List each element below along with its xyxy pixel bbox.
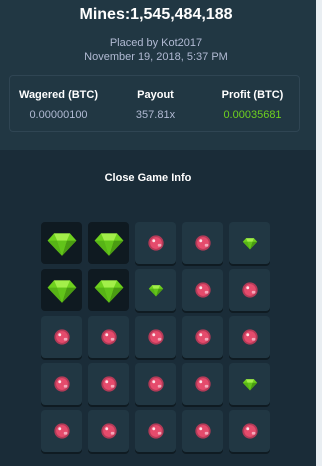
board-tile — [229, 269, 270, 311]
window-edge — [316, 0, 322, 466]
mine-icon — [53, 328, 71, 346]
board-tile — [88, 316, 129, 358]
board-tile — [41, 410, 82, 452]
mine-icon — [100, 328, 118, 346]
gem-icon — [93, 274, 125, 306]
close-game-info-button[interactable]: Close Game Info — [0, 172, 296, 184]
mine-icon — [194, 375, 212, 393]
mine-icon — [194, 422, 212, 440]
board-tile — [88, 222, 129, 264]
mine-icon — [147, 422, 165, 440]
wagered-value: 0.00000100 — [29, 109, 88, 121]
board-tile — [182, 222, 223, 264]
board-tile — [229, 222, 270, 264]
board-tile — [88, 363, 129, 405]
mine-icon — [194, 281, 212, 299]
board-tile — [135, 222, 176, 264]
game-title: Mines:1,545,484,188 — [79, 6, 233, 23]
board-tile — [135, 316, 176, 358]
gem-icon — [148, 282, 164, 298]
board-tile — [229, 363, 270, 405]
profit-label: Profit (BTC) — [221, 89, 284, 101]
mine-icon — [147, 328, 165, 346]
mine-icon — [241, 281, 259, 299]
mine-icon — [147, 375, 165, 393]
mine-icon — [53, 375, 71, 393]
board-tile — [135, 410, 176, 452]
mine-icon — [147, 234, 165, 252]
board-tile — [41, 363, 82, 405]
board-tile — [88, 269, 129, 311]
payout-value: 357.81x — [135, 109, 176, 121]
mine-icon — [194, 328, 212, 346]
placed-by: Placed by Kot2017 — [109, 37, 203, 49]
wagered-label: Wagered (BTC) — [18, 89, 99, 101]
mine-icon — [100, 422, 118, 440]
board-tile — [182, 316, 223, 358]
game-info-header: Mines:1,545,484,188 Placed by Kot2017 No… — [0, 0, 322, 150]
mine-icon — [194, 234, 212, 252]
board-tile — [135, 363, 176, 405]
board-tile — [182, 269, 223, 311]
mine-icon — [100, 375, 118, 393]
payout-label: Payout — [137, 89, 174, 101]
board-tile — [229, 410, 270, 452]
gem-icon — [46, 274, 78, 306]
board-tile — [88, 410, 129, 452]
gem-icon — [93, 227, 125, 259]
board-tile — [41, 222, 82, 264]
mine-icon — [241, 422, 259, 440]
board-tile — [41, 269, 82, 311]
game-date: November 19, 2018, 5:37 PM — [84, 51, 228, 63]
board-tile — [229, 316, 270, 358]
gem-icon — [242, 235, 258, 251]
board-tile — [182, 410, 223, 452]
gem-icon — [242, 376, 258, 392]
board-tile — [182, 363, 223, 405]
mine-icon — [53, 422, 71, 440]
stats-panel: Wagered (BTC) 0.00000100 Payout 357.81x … — [9, 75, 300, 132]
board-tile — [135, 269, 176, 311]
board-tile — [41, 316, 82, 358]
gem-icon — [46, 227, 78, 259]
mine-icon — [241, 328, 259, 346]
profit-value: 0.00035681 — [223, 109, 282, 121]
